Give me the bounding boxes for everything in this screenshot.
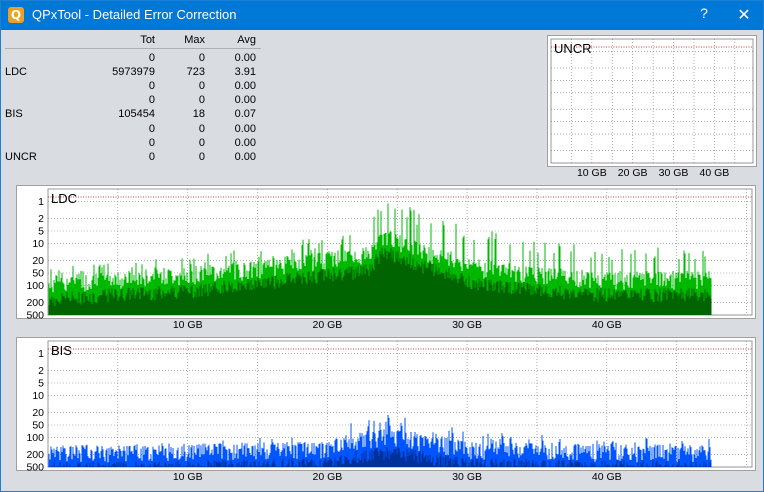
title-bar: Q QPxTool - Detailed Error Correction ? … (1, 1, 763, 30)
plot-area (550, 38, 754, 164)
x-tick-label: 30 GB (452, 471, 482, 483)
ldc-chart: 500200 1005020 1052 1 10 GB 20 GB 30 GB 40 GB LD… (26, 188, 753, 331)
y-tick-label: 200 (26, 449, 44, 461)
header-divider (5, 48, 261, 49)
x-tick-label: 40 GB (592, 471, 622, 483)
y-tick-label: 10 (32, 390, 44, 402)
x-tick-label: 10 GB (173, 319, 203, 331)
window-title: QPxTool - Detailed Error Correction (32, 7, 237, 22)
ldc-chart-panel: 500 200 100 50 20 10 5 2 1 10 GB 20 GB 30 GB 40 GB LD… (16, 185, 756, 331)
x-tick-label: 10 GB (173, 471, 203, 483)
cell-avg: 0.07 (234, 108, 256, 121)
help-button[interactable]: ? (695, 5, 713, 25)
chart-title: LDC (51, 191, 77, 206)
cell-avg: 0.00 (234, 122, 256, 135)
cell-avg: 0.00 (234, 150, 256, 163)
x-tick-label: 30 GB (659, 167, 689, 179)
header-max: Max (184, 34, 205, 46)
cell-avg: 0.00 (234, 136, 256, 149)
x-tick-label: 40 GB (592, 319, 622, 331)
y-tick-label: 200 (26, 297, 44, 309)
y-tick-label: 20 (32, 255, 44, 267)
chart-title: BIS (51, 343, 72, 358)
y-tick-label: 100 (26, 280, 44, 292)
y-tick-label: 2 (38, 213, 44, 225)
qpxtool-window: Q QPxTool - Detailed Error Correction ? … (0, 0, 764, 492)
y-tick-label: 2 (38, 365, 44, 377)
x-tick-label: 20 GB (618, 167, 648, 179)
cell-tot: 0 (148, 52, 155, 64)
cell-tot: 105454 (118, 108, 155, 121)
bis-chart: 500200 1005020 1052 1 10 GB 20 GB 30 GB 40 GB BI… (26, 340, 753, 483)
x-tick-label: 20 GB (313, 319, 343, 331)
y-tick-label: 20 (32, 407, 44, 419)
y-tick-label: 1 (38, 348, 44, 360)
qpxtool-app-icon: Q (8, 7, 24, 23)
statistics-table: Tot Max Avg 0 0 0.00 LDC 5973979 723 3.91 0 0 0.00 0 0… (1, 31, 263, 165)
y-tick-label: 5 (38, 226, 44, 238)
y-tick-label: 50 (32, 268, 44, 280)
header-tot: Tot (140, 34, 155, 46)
row-label: BIS (5, 108, 23, 121)
bis-chart-panel: 500 200 100 50 20 10 5 2 1 10 GB 20 GB 30 GB 40 GB BI… (16, 337, 756, 483)
y-tick-label: 500 (26, 310, 44, 322)
cell-max: 0 (198, 80, 205, 93)
cell-avg: 0.00 (234, 94, 256, 107)
row-label: LDC (5, 66, 28, 79)
x-tick-label: 10 GB (577, 167, 607, 179)
cell-max: 0 (198, 52, 205, 64)
x-tick-label: 20 GB (313, 471, 343, 483)
cell-tot: 5973979 (112, 66, 155, 79)
y-tick-label: 500 (26, 462, 44, 474)
cell-tot: 0 (148, 122, 155, 135)
cell-max: 0 (198, 150, 205, 163)
cell-tot: 0 (148, 136, 155, 149)
y-tick-label: 5 (38, 378, 44, 390)
x-tick-label: 40 GB (700, 167, 730, 179)
uncr-chart-panel: 50020010050201052110 GB20 GB30 GB40 GBUN… (547, 35, 757, 179)
y-tick-label: 1 (38, 196, 44, 208)
row-label: UNCR (5, 150, 37, 163)
cell-max: 0 (198, 122, 205, 135)
y-tick-label: 50 (32, 420, 44, 432)
cell-avg: 0.00 (234, 80, 256, 93)
cell-tot: 0 (148, 94, 155, 107)
close-button[interactable]: ✕ (735, 5, 753, 25)
cell-avg: 3.91 (234, 66, 256, 79)
header-avg: Avg (237, 34, 256, 46)
cell-max: 723 (186, 66, 205, 79)
x-tick-label: 30 GB (452, 319, 482, 331)
uncr-chart: 50020010050201052110 GB20 GB30 GB40 GBUN… (550, 38, 754, 179)
y-tick-label: 10 (32, 238, 44, 250)
y-tick-label: 100 (26, 432, 44, 444)
cell-tot: 0 (148, 80, 155, 93)
cell-max: 0 (198, 136, 205, 149)
cell-max: 18 (192, 108, 205, 121)
cell-avg: 0.00 (234, 52, 256, 64)
chart-title: UNCR (554, 41, 592, 56)
cell-max: 0 (198, 94, 205, 107)
cell-tot: 0 (148, 150, 155, 163)
